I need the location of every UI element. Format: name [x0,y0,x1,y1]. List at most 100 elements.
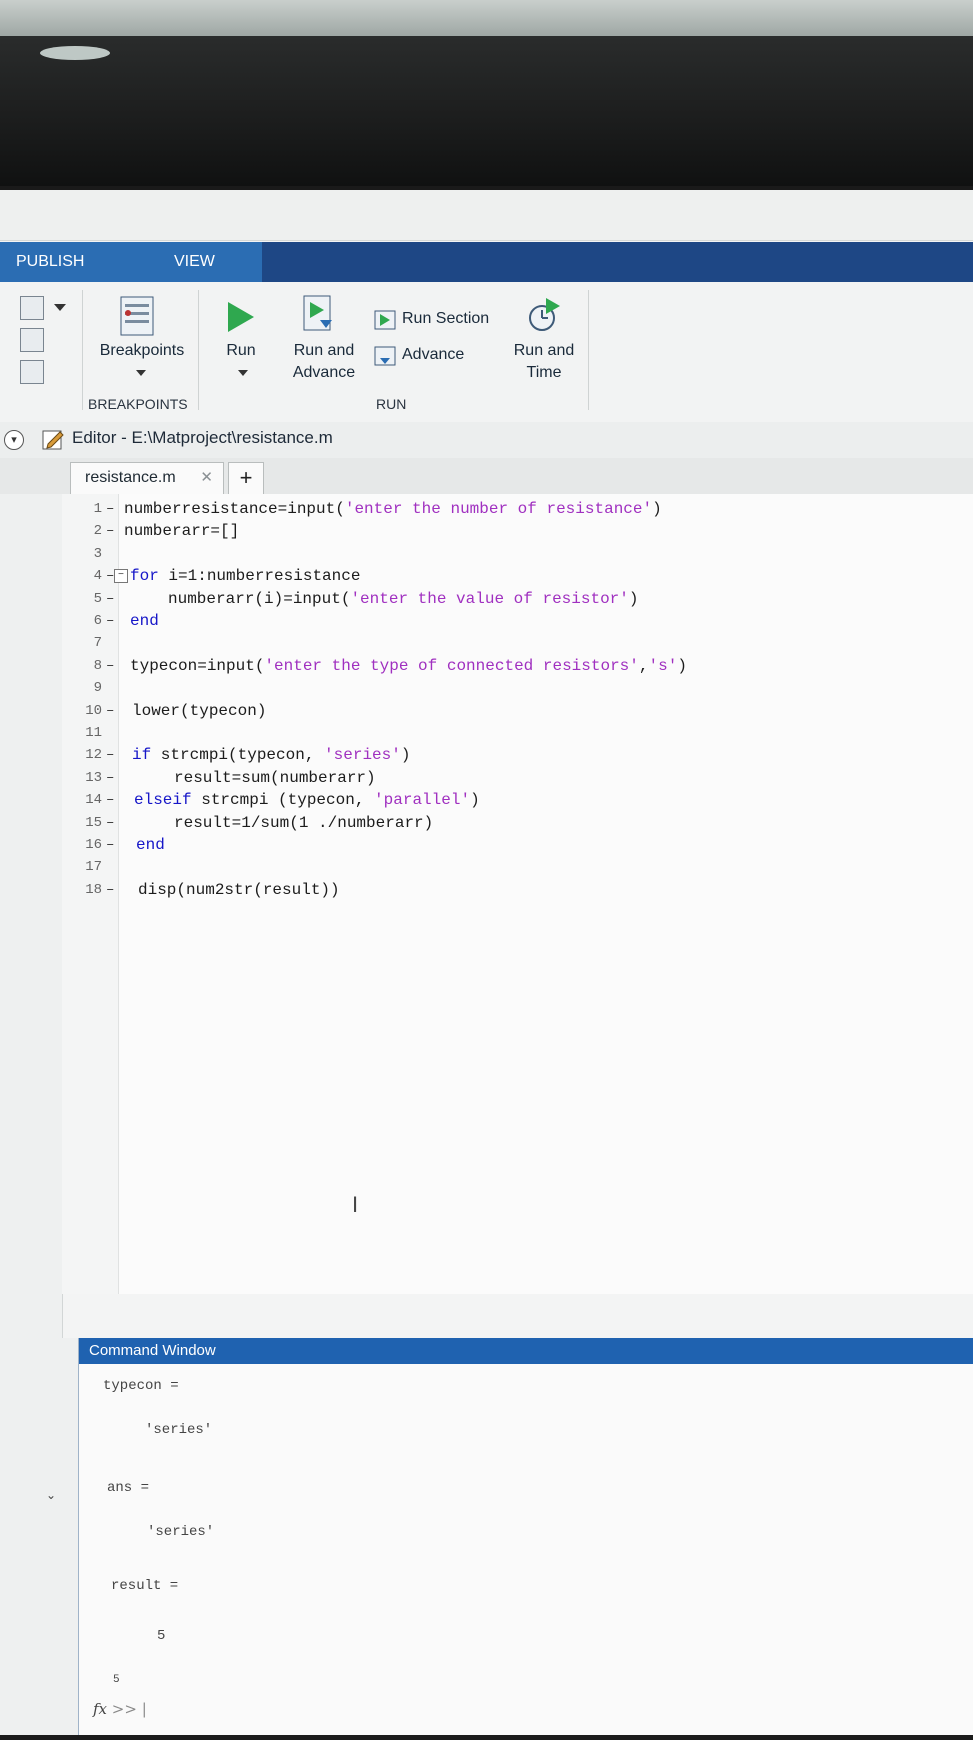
code-line[interactable]: 8– typecon=input('enter the type of conne… [62,655,973,679]
chevron-down-icon[interactable]: ⌄ [46,1488,56,1502]
code-text: disp(num2str(result)) [138,880,340,899]
line-number: 17 [85,859,102,876]
divider [198,290,199,410]
advance-icon[interactable] [374,346,396,366]
tab-view[interactable]: VIEW [140,242,262,282]
close-icon[interactable]: ✕ [200,463,213,493]
run-and-advance-line1: Run and [293,342,355,359]
line-number: 8 [93,657,102,674]
chevron-down-icon[interactable] [136,370,146,377]
run-icon[interactable] [226,300,256,334]
monitor-bezel [0,36,973,186]
code-text: end [136,836,165,854]
fold-toggle-icon[interactable]: − [114,569,128,584]
run-and-time-button[interactable]: Run and Time [504,340,584,384]
code-line[interactable]: 5– numberarr(i)=input('enter the value of… [62,588,973,612]
cmd-output-line: ans = [107,1480,150,1496]
tab-publish[interactable]: PUBLISH [0,242,140,282]
code-line[interactable]: 14– elseif strcmpi (typecon, 'parallel') [62,789,973,813]
divider [588,290,589,410]
code-line[interactable]: 10– lower(typecon) [62,700,973,724]
code-line[interactable]: 12– if strcmpi(typecon, 'series') [62,744,973,768]
code-line[interactable]: 4– for i=1:numberresistance − [62,565,973,589]
line-number: 16 [85,837,102,853]
advance-button[interactable]: Advance [402,344,464,366]
run-section-icon[interactable] [374,310,396,330]
code-text: numberresistance=input('enter the number… [124,500,662,518]
pencil-icon [42,430,64,450]
line-number: 18 [85,881,102,898]
breakpoint-marker[interactable]: – [106,837,114,853]
code-line[interactable]: 17 [62,856,973,880]
code-text: result=1/sum(1 ./numberarr) [174,813,434,832]
command-prompt[interactable]: fx >> | [93,1700,147,1718]
code-text: lower(typecon) [132,701,267,720]
line-number: 1 [93,501,102,517]
run-section-button[interactable]: Run Section [402,308,489,330]
breakpoint-marker[interactable]: – [106,523,114,539]
code-line[interactable]: 9 [62,677,973,701]
breakpoint-marker[interactable]: – [106,501,114,517]
breakpoint-marker[interactable]: – [106,703,114,719]
title-strip [0,190,973,241]
breakpoint-marker[interactable]: – [106,658,114,674]
run-button[interactable]: Run [212,340,270,362]
code-line[interactable]: 11 [62,722,973,746]
command-window[interactable]: Command Window typecon = 'series' ans = … [78,1338,973,1735]
divider [82,290,83,410]
code-line[interactable]: 7 [62,632,973,656]
breakpoint-marker[interactable]: – [106,591,114,607]
breakpoint-marker[interactable]: – [106,882,114,898]
breakpoint-marker[interactable]: – [106,792,114,808]
run-and-time-icon[interactable] [526,296,562,334]
code-line[interactable]: 15– result=1/sum(1 ./numberarr) [62,812,973,836]
code-line[interactable]: 6– end [62,610,973,634]
line-number: 5 [93,590,102,607]
line-number: 9 [93,680,102,697]
ribbon: Breakpoints BREAKPOINTS Run Run and Adva… [0,282,973,423]
code-text: numberarr(i)=input('enter the value of r… [168,589,639,608]
code-line[interactable]: 16– end [62,834,973,858]
chevron-down-icon[interactable] [238,370,248,377]
breakpoints-icon[interactable] [120,296,154,336]
code-line[interactable]: 3 [62,543,973,567]
comment-icon[interactable] [20,328,44,352]
breakpoint-marker[interactable]: – [106,770,114,786]
editor-title: Editor - E:\Matproject\resistance.m [72,428,333,447]
matlab-window: PUBLISH VIEW Breakpoints BREAKPOINTS Run [0,190,973,1735]
add-tab-button[interactable]: + [228,462,264,495]
code-line[interactable]: 2– numberarr=[] [62,520,973,544]
code-text: result=sum(numberarr) [174,768,376,787]
code-line[interactable]: 18– disp(num2str(result)) [62,879,973,903]
line-number: 7 [93,635,102,652]
fx-icon: fx [93,1700,108,1718]
breakpoints-button[interactable]: Breakpoints [90,340,194,362]
run-and-advance-button[interactable]: Run and Advance [282,340,366,384]
line-number: 12 [85,747,102,764]
breakpoint-marker[interactable]: – [106,815,114,831]
file-tab-resistance[interactable]: resistance.m ✕ [70,462,224,494]
code-line[interactable]: 13– result=sum(numberarr) [62,767,973,791]
code-editor[interactable]: 1– numberresistance=input('enter the numb… [62,494,973,1294]
insert-icon[interactable] [20,296,44,320]
cmd-output-line: typecon = [103,1378,179,1394]
group-label-breakpoints: BREAKPOINTS [88,396,188,412]
cmd-output-line: 'series' [147,1524,215,1540]
breakpoint-marker[interactable]: – [106,613,114,629]
run-and-advance-icon[interactable] [302,294,336,334]
line-number: 2 [93,523,102,540]
cmd-output-line: 5 [157,1628,166,1644]
code-text: for i=1:numberresistance [130,567,361,586]
run-and-time-line2: Time [526,364,562,381]
breakpoint-marker[interactable]: – [106,747,114,763]
code-line[interactable]: 1– numberresistance=input('enter the numb… [62,498,973,522]
line-number: 6 [93,613,102,629]
code-text: typecon=input('enter the type of connect… [130,656,687,675]
chevron-down-icon[interactable] [54,304,66,312]
indent-icon[interactable] [20,360,44,384]
toolstrip-tabbar: PUBLISH VIEW [0,242,973,282]
group-label-run: RUN [376,396,407,412]
collapse-icon[interactable]: ▾ [4,430,24,450]
code-text: numberarr=[] [124,522,240,541]
left-lower-pane: ⌄ [0,1338,78,1735]
